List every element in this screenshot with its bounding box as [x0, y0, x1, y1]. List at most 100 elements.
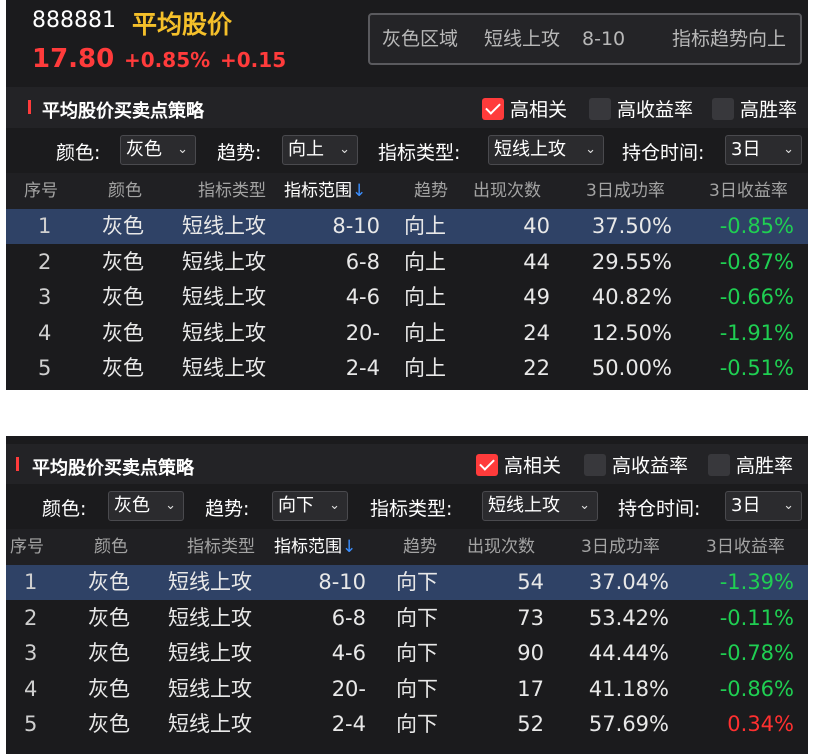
cell-success-rate: 41.18%	[588, 676, 669, 701]
chevron-down-icon: ⌄	[165, 498, 176, 513]
table-row[interactable]: 1 灰色 短线上攻 8-10 向上 40 37.50% -0.85%	[6, 209, 808, 244]
table-row[interactable]: 4 灰色 短线上攻 20- 向上 24 12.50% -1.91%	[6, 316, 808, 351]
cell-return: -0.87%	[719, 249, 794, 274]
trend-select[interactable]: 向下 ⌄	[272, 491, 348, 521]
table-row[interactable]: 2 灰色 短线上攻 6-8 向上 44 29.55% -0.87%	[6, 245, 808, 280]
table-row[interactable]: 1 灰色 短线上攻 8-10 向下 54 37.04% -1.39%	[6, 565, 808, 600]
col-range[interactable]: 指标范围↓	[274, 529, 356, 565]
cell-trend: 向下	[396, 676, 438, 701]
cell-trend: 向下	[396, 641, 438, 665]
cell-trend: 向下	[396, 605, 438, 630]
cell-type: 短线上攻	[182, 285, 266, 309]
cell-count: 52	[517, 712, 544, 736]
table-row[interactable]: 3 灰色 短线上攻 4-6 向上 49 40.82% -0.66%	[6, 280, 808, 315]
col-index[interactable]: 序号	[10, 529, 44, 565]
cell-range: 20-	[331, 676, 366, 701]
checkbox-high-winrate[interactable]: 高胜率	[712, 95, 797, 122]
table-row[interactable]: 5 灰色 短线上攻 2-4 向上 22 50.00% -0.51%	[6, 351, 808, 386]
cell-color: 灰色	[88, 676, 130, 701]
col-count[interactable]: 出现次数	[467, 529, 535, 565]
hold-filter-label: 持仓时间:	[618, 498, 701, 520]
checkbox-high-correlation[interactable]: 高相关	[476, 451, 561, 478]
chevron-down-icon: ⌄	[329, 498, 340, 513]
table-row[interactable]: 2 灰色 短线上攻 6-8 向下 73 53.42% -0.11%	[6, 601, 808, 636]
checkbox-high-return[interactable]: 高收益率	[589, 95, 693, 122]
indicator-summary-box: 灰色区域 短线上攻 8-10 指标趋势向上	[368, 13, 802, 65]
chevron-down-icon: ⌄	[339, 142, 350, 157]
checkbox-high-correlation[interactable]: 高相关	[482, 95, 567, 122]
summary-range: 8-10	[582, 28, 626, 50]
chevron-down-icon: ⌄	[579, 498, 590, 513]
red-bar-icon	[16, 457, 19, 471]
cell-range: 8-10	[332, 214, 380, 238]
table-row[interactable]: 5 灰色 短线上攻 2-4 向下 52 57.69% 0.34%	[6, 707, 808, 742]
hold-select[interactable]: 3日 ⌄	[725, 135, 802, 165]
checkmark-icon	[482, 97, 504, 120]
cell-index: 4	[38, 320, 52, 345]
checkmark-icon	[476, 453, 498, 476]
col-color[interactable]: 颜色	[94, 529, 128, 565]
cell-color: 灰色	[102, 214, 144, 238]
type-select[interactable]: 短线上攻 ⌄	[488, 135, 604, 165]
cell-range: 4-6	[345, 285, 380, 309]
col-type[interactable]: 指标类型	[198, 173, 266, 209]
cell-count: 90	[517, 641, 544, 665]
checkbox-high-winrate[interactable]: 高胜率	[708, 451, 793, 478]
cell-count: 54	[517, 570, 544, 594]
red-bar-icon	[28, 100, 31, 114]
col-color[interactable]: 颜色	[108, 173, 142, 209]
type-select-value: 短线上攻	[488, 495, 560, 516]
checkbox-high-return[interactable]: 高收益率	[584, 451, 688, 478]
cell-type: 短线上攻	[182, 214, 266, 238]
cell-return: -0.66%	[719, 285, 794, 309]
cell-success-rate: 37.50%	[591, 214, 672, 238]
col-count[interactable]: 出现次数	[473, 173, 541, 209]
cell-return: 0.34%	[727, 712, 794, 736]
table-row[interactable]: 3 灰色 短线上攻 4-6 向下 90 44.44% -0.78%	[6, 636, 808, 671]
table-row[interactable]: 4 灰色 短线上攻 20- 向下 17 41.18% -0.86%	[6, 672, 808, 707]
trend-filter-label: 趋势:	[205, 498, 250, 520]
change-amount: +0.15	[220, 48, 287, 72]
col-range[interactable]: 指标范围↓	[284, 173, 366, 209]
cell-return: -0.11%	[719, 605, 794, 630]
checkbox-label: 高胜率	[740, 99, 798, 121]
col-trend[interactable]: 趋势	[414, 173, 448, 209]
type-filter-label: 指标类型:	[378, 142, 461, 164]
cell-return: -0.78%	[719, 641, 794, 665]
trend-filter-label: 趋势:	[217, 142, 262, 164]
checkbox-label: 高收益率	[617, 99, 694, 121]
hold-select[interactable]: 3日 ⌄	[725, 491, 802, 521]
cell-type: 短线上攻	[182, 249, 266, 274]
cell-index: 4	[24, 676, 38, 701]
cell-type: 短线上攻	[168, 676, 252, 701]
col-return[interactable]: 3日收益率	[709, 173, 788, 209]
cell-index: 2	[38, 249, 52, 274]
col-trend[interactable]: 趋势	[403, 529, 437, 565]
col-success[interactable]: 3日成功率	[581, 529, 660, 565]
trend-select[interactable]: 向上 ⌄	[282, 135, 358, 165]
cell-success-rate: 50.00%	[591, 356, 672, 380]
cell-color: 灰色	[102, 356, 144, 380]
color-filter-label: 颜色:	[42, 498, 87, 520]
col-success[interactable]: 3日成功率	[586, 173, 665, 209]
cell-trend: 向上	[404, 285, 446, 309]
color-select-value: 灰色	[114, 495, 150, 516]
strategy-panel-1: 888881 平均股价 17.80 +0.85% +0.15 灰色区域 短线上攻…	[6, 0, 808, 390]
cell-count: 44	[523, 249, 550, 274]
chevron-down-icon: ⌄	[585, 142, 596, 157]
checkbox-empty-icon	[708, 453, 730, 476]
col-type[interactable]: 指标类型	[187, 529, 255, 565]
table-header: 序号 颜色 指标类型 指标范围↓ 趋势 出现次数 3日成功率 3日收益率	[6, 173, 808, 209]
cell-success-rate: 40.82%	[591, 285, 672, 309]
cell-index: 1	[38, 214, 52, 238]
col-return[interactable]: 3日收益率	[706, 529, 785, 565]
stock-code: 888881	[32, 8, 116, 33]
col-index[interactable]: 序号	[24, 173, 58, 209]
cell-color: 灰色	[102, 320, 144, 345]
color-select[interactable]: 灰色 ⌄	[120, 135, 196, 165]
cell-index: 5	[24, 712, 38, 736]
color-select[interactable]: 灰色 ⌄	[108, 491, 184, 521]
down-arrow-icon: ↓	[342, 537, 357, 557]
cell-return: -1.39%	[719, 570, 794, 594]
type-select[interactable]: 短线上攻 ⌄	[482, 491, 598, 521]
